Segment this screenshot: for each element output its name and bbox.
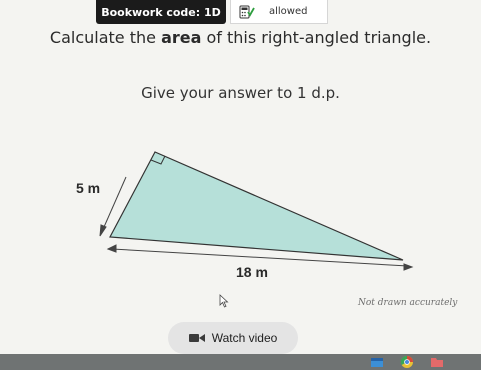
side-length-label-long: 18 m — [236, 264, 268, 280]
taskbar-folder-icon[interactable] — [430, 355, 444, 369]
watch-video-label: Watch video — [211, 331, 278, 345]
triangle-diagram — [99, 151, 414, 271]
right-triangle — [109, 151, 404, 261]
taskbar-app-icon[interactable] — [370, 355, 384, 369]
watch-video-button[interactable]: Watch video — [168, 322, 298, 354]
side-length-label-short: 5 m — [76, 180, 101, 196]
not-drawn-accurately-note: Not drawn accurately — [358, 298, 458, 308]
taskbar — [0, 354, 481, 370]
video-camera-icon — [188, 334, 205, 342]
mouse-cursor-icon — [219, 294, 229, 308]
taskbar-chrome-icon[interactable] — [400, 355, 414, 369]
